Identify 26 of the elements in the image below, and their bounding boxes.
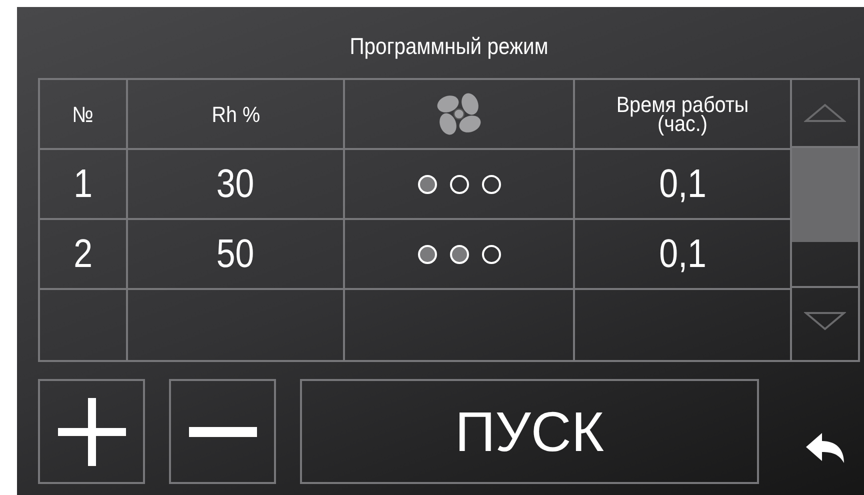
start-button[interactable]: ПУСК xyxy=(300,379,759,484)
rh-value: 30 xyxy=(216,162,254,206)
fan-icon xyxy=(435,93,483,135)
screen-title: Программный режим xyxy=(348,32,550,61)
column-header: № xyxy=(72,104,94,124)
column-header: Время работы (час.) xyxy=(616,95,749,133)
add-button[interactable] xyxy=(38,379,145,484)
minus-icon xyxy=(188,426,256,436)
work-time-value: 0,1 xyxy=(658,162,706,206)
fan-speed-dot xyxy=(450,244,468,264)
plus-icon xyxy=(58,398,126,466)
triangle-up-icon xyxy=(804,103,846,123)
column-header: Rh % xyxy=(211,104,260,124)
remove-button[interactable] xyxy=(169,379,276,484)
scroll-thumb[interactable] xyxy=(792,148,858,242)
rh-value: 50 xyxy=(216,232,254,276)
fan-speed-dot xyxy=(418,174,436,194)
fan-speed-dot xyxy=(482,174,500,194)
fan-speed-dot xyxy=(418,244,436,264)
fan-speed-dot xyxy=(450,174,468,194)
triangle-down-icon xyxy=(804,311,846,331)
row-number: 2 xyxy=(74,232,92,276)
row-number: 1 xyxy=(74,162,92,206)
fan-speed-dot xyxy=(482,244,500,264)
work-time-value: 0,1 xyxy=(658,232,706,276)
back-arrow-icon[interactable] xyxy=(806,433,846,465)
